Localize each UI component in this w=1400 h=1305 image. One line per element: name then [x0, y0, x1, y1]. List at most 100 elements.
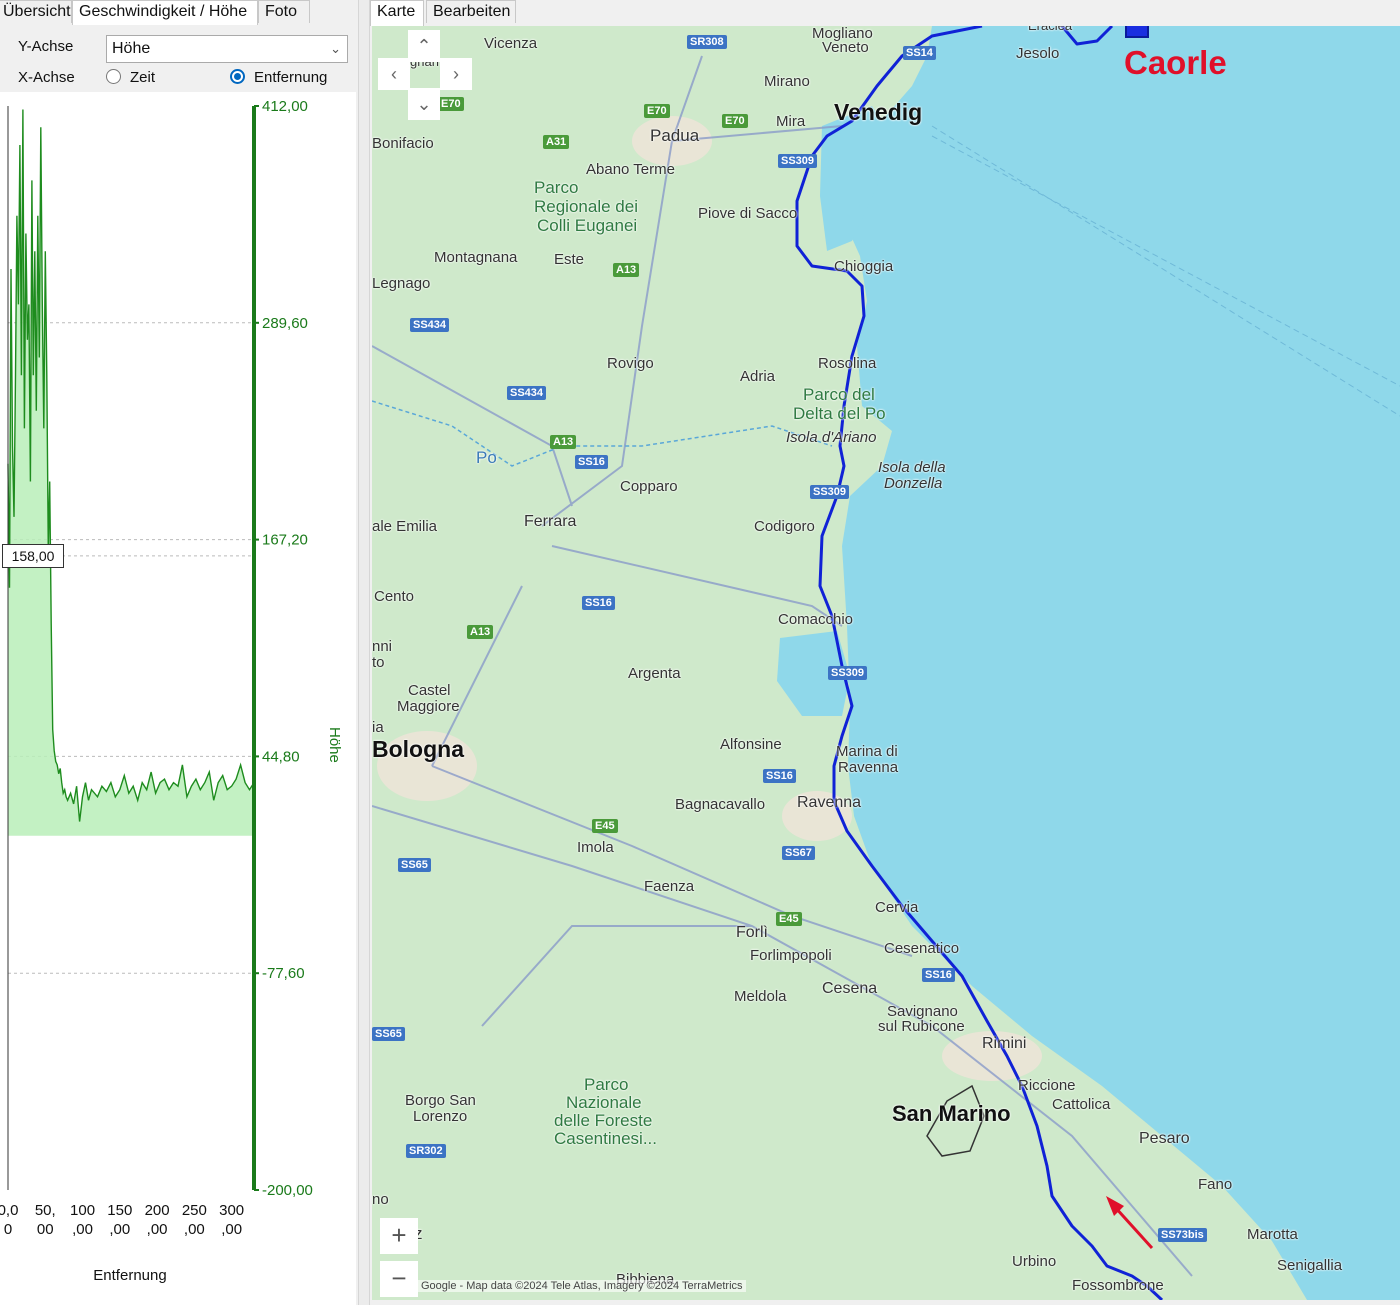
- chevron-down-icon: ⌄: [330, 41, 341, 56]
- place-isola-ariano: Isola d'Ariano: [786, 429, 877, 446]
- place-ia: ia: [372, 719, 384, 736]
- place-bagnacavallo: Bagnacavallo: [675, 796, 766, 813]
- place-emilia: ale Emilia: [372, 518, 438, 535]
- x-tick-label: 00: [37, 1221, 54, 1238]
- pan-up-button[interactable]: ⌃: [408, 30, 440, 62]
- river-po-label: Po: [476, 448, 497, 467]
- y-tick-labels: 412,00 289,60 167,20 44,80 -77,60 -200,00: [262, 98, 313, 1199]
- x-tick-label: ,00: [109, 1221, 130, 1238]
- place-cento: Cento: [374, 588, 415, 605]
- zoom-out-button[interactable]: −: [380, 1261, 418, 1297]
- place-abano: Abano Terme: [586, 161, 675, 178]
- elevation-chart[interactable]: 412,00289,60167,2044,80-77,60-200,00 0,0…: [0, 92, 356, 1305]
- y-axis-select-value: Höhe: [112, 40, 151, 57]
- park-foreste-1: Parco: [584, 1075, 629, 1094]
- tab-edit[interactable]: Bearbeiten: [426, 0, 516, 23]
- place-copparo: Copparo: [620, 478, 678, 495]
- shield-ss14: SS14: [903, 46, 936, 60]
- x-tick-label: 100: [70, 1202, 95, 1219]
- shield-a13-a: A13: [613, 263, 640, 277]
- x-tick-label: 0: [4, 1221, 12, 1238]
- x-axis-title: Entfernung: [93, 1267, 166, 1284]
- x-axis-time-label: Zeit: [130, 69, 156, 86]
- park-colli-2: Regionale dei: [534, 197, 638, 216]
- shield-ss16-b: SS16: [582, 596, 615, 610]
- zoom-in-button[interactable]: +: [380, 1218, 418, 1254]
- tab-map[interactable]: Karte: [370, 0, 424, 26]
- place-isola-donzella-2: Donzella: [884, 475, 943, 492]
- y-axis-select[interactable]: Höhe ⌄: [106, 35, 348, 63]
- map-marker-icon[interactable]: ■: [1125, 26, 1149, 38]
- park-foreste-2: Nazionale: [566, 1093, 642, 1112]
- tab-overview[interactable]: Übersicht: [0, 0, 72, 23]
- place-rovigo: Rovigo: [607, 355, 654, 372]
- place-padua: Padua: [650, 126, 700, 145]
- park-foreste-3: delle Foreste: [554, 1111, 653, 1130]
- place-savignano-2: sul Rubicone: [878, 1018, 965, 1035]
- place-cattolica: Cattolica: [1052, 1096, 1111, 1113]
- place-rosolina: Rosolina: [818, 355, 877, 372]
- map-canvas[interactable]: [372, 26, 1400, 1300]
- place-mirano: Mirano: [764, 73, 810, 90]
- highlight-label-caorle: Caorle: [1124, 44, 1227, 81]
- x-tick-label: 0,0: [0, 1202, 18, 1219]
- shield-ss73bis: SS73bis: [1158, 1228, 1207, 1242]
- place-argenta: Argenta: [628, 665, 681, 682]
- shield-e45-b: E45: [776, 912, 802, 926]
- place-forlimpopoli: Forlimpopoli: [750, 947, 832, 964]
- place-faenza: Faenza: [644, 878, 695, 895]
- shield-e45-a: E45: [592, 819, 618, 833]
- x-axis-label: X-Achse: [18, 69, 75, 86]
- pan-left-button[interactable]: ‹: [378, 58, 410, 90]
- elevation-area-fill: [8, 109, 254, 836]
- place-fossombrone: Fossombrone: [1072, 1277, 1164, 1294]
- x-axis-distance-label: Entfernung: [254, 69, 328, 86]
- place-chioggia: Chioggia: [834, 258, 894, 275]
- park-delta-2: Delta del Po: [793, 404, 886, 423]
- shield-sr302: SR302: [406, 1144, 446, 1158]
- y-axis-label: Y-Achse: [18, 38, 74, 55]
- shield-ss65-a: SS65: [398, 858, 431, 872]
- place-vicenza: Vicenza: [484, 35, 538, 52]
- shield-a13-c: A13: [467, 625, 494, 639]
- tab-speed-elevation[interactable]: Geschwindigkeit / Höhe: [72, 0, 258, 25]
- tab-photo[interactable]: Foto: [258, 0, 310, 23]
- x-axis-time-radio[interactable]: [106, 69, 121, 84]
- place-marotta: Marotta: [1247, 1226, 1298, 1243]
- map-view[interactable]: Vicenza Mogliano Veneto Eraclea Jesolo M…: [372, 26, 1400, 1300]
- x-axis-distance-radio[interactable]: [230, 69, 245, 84]
- y-tick-label: 167,20: [262, 532, 308, 549]
- place-ferrara: Ferrara: [524, 513, 577, 530]
- elevation-panel: Übersicht Geschwindigkeit / Höhe Foto Y-…: [0, 0, 358, 1305]
- map-attribution: Google - Map data ©2024 Tele Atlas, Imag…: [418, 1280, 746, 1292]
- place-urbino: Urbino: [1012, 1253, 1057, 1270]
- pan-down-button[interactable]: ⌄: [408, 88, 440, 120]
- panel-splitter[interactable]: [358, 0, 370, 1305]
- shield-sr308: SR308: [687, 35, 727, 49]
- place-legnago: Legnago: [372, 275, 431, 292]
- shield-ss65-b: SS65: [372, 1027, 405, 1041]
- shield-ss16-c: SS16: [763, 769, 796, 783]
- x-tick-label: 250: [182, 1202, 207, 1219]
- x-tick-label: 150: [107, 1202, 132, 1219]
- shield-ss16-d: SS16: [922, 968, 955, 982]
- x-tick-label: 300: [219, 1202, 244, 1219]
- place-to: to: [372, 654, 385, 671]
- place-borgo-2: Lorenzo: [413, 1108, 468, 1125]
- shield-ss434-a: SS434: [410, 318, 450, 332]
- place-piove: Piove di Sacco: [698, 205, 798, 222]
- park-colli-3: Colli Euganei: [537, 216, 638, 235]
- place-castel-1: Castel: [408, 682, 451, 699]
- place-rimini: Rimini: [982, 1035, 1027, 1052]
- pan-right-button[interactable]: ›: [440, 58, 472, 90]
- shield-e70-c: E70: [722, 114, 748, 128]
- place-nni: nni: [372, 638, 393, 655]
- place-san-marino: San Marino: [892, 1101, 1011, 1126]
- place-venedig: Venedig: [834, 99, 923, 125]
- place-borgo-1: Borgo San: [405, 1092, 476, 1109]
- y-axis-title: Höhe: [326, 727, 343, 763]
- shield-a13-b: A13: [550, 435, 577, 449]
- place-marina-2: Ravenna: [838, 759, 899, 776]
- place-montagnana: Montagnana: [434, 249, 518, 266]
- place-cesenatico: Cesenatico: [884, 940, 960, 957]
